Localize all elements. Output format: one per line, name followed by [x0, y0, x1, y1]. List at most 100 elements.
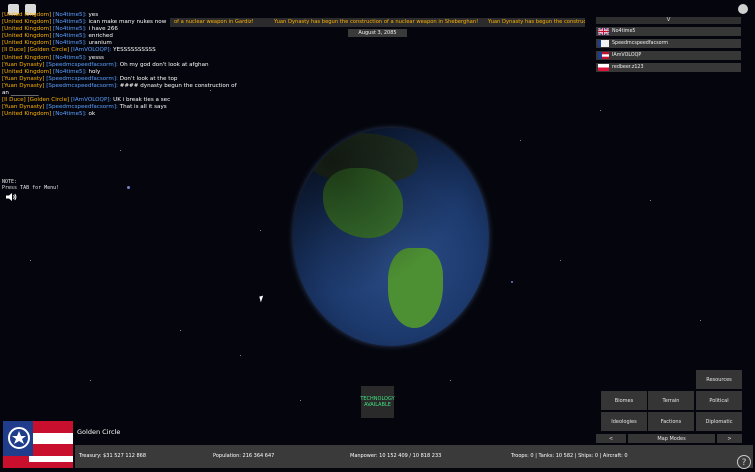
chat-nation-tag: [United Kingdom]	[2, 19, 52, 26]
poland-flag-icon	[598, 64, 609, 71]
chat-message: YESSSSSSSSSS	[113, 47, 156, 54]
chat-line: [United Kingdom] [No4time5]: yesss	[2, 55, 292, 62]
chat-player-tag: [Speedmcspeedfacsorm]:	[46, 75, 118, 82]
player-name: IAmVOLOQP	[612, 53, 642, 58]
chat-line: [United Kingdom] [No4time5]: holy	[2, 69, 292, 76]
mapmode-prev-button[interactable]: <	[596, 434, 626, 443]
chat-log: [United Kingdom] [No4time5]: yes [United …	[2, 12, 292, 118]
chat-player-tag: [No4time5]:	[53, 19, 87, 26]
chat-message: i have 266	[88, 26, 118, 33]
mapmode-ideologies-button[interactable]: Ideologies	[601, 412, 647, 431]
mapmode-factions-button[interactable]: Factions	[648, 412, 694, 431]
player-row[interactable]: No4time5	[596, 27, 741, 36]
chat-message: UK i break ties a sec	[113, 97, 171, 104]
mapmode-next-button[interactable]: >	[717, 434, 742, 443]
chat-line: [Yuan Dynasty] [Speedmcspeedfacsorm]: Oh…	[2, 62, 292, 69]
chat-line: [Yuan Dynasty] [Speedmcspeedfacsorm]: ##…	[2, 83, 292, 90]
chat-player-tag: [No4time5]:	[53, 54, 87, 61]
mapmode-diplomatic-button[interactable]: Diplomatic	[696, 412, 742, 431]
chat-line: [United Kingdom] [No4time5]: enriched	[2, 33, 292, 40]
chat-player-tag: [No4time5]:	[53, 26, 87, 33]
chat-player-tag: [No4time5]:	[53, 12, 87, 18]
chat-nation-tag: [Yuan Dynasty]	[2, 82, 45, 89]
tech-status: AVAILABLE	[364, 402, 391, 408]
chat-nation-tag: [United Kingdom]	[2, 12, 52, 18]
help-icon[interactable]: ?	[737, 455, 751, 469]
chat-player-tag: [Speedmcspeedfacsorm]:	[46, 61, 118, 68]
chat-message: uranium	[88, 40, 112, 47]
chat-line: [Yuan Dynasty] [Speedmcspeedfacsorm]: Do…	[2, 76, 292, 83]
mapmode-political-button[interactable]: Political	[696, 391, 742, 410]
player-list: V No4time5 Speedmcspeedfacsorm IAmVOLOQP…	[596, 17, 741, 72]
speaker-icon[interactable]	[5, 192, 17, 202]
stats-bar: Treasury: $31 527 112 868 Population: 21…	[75, 445, 753, 468]
population-stat: Population: 216 364 647	[213, 453, 275, 459]
chat-line: an __________	[2, 90, 292, 97]
chat-nation-tag: [United Kingdom]	[2, 68, 52, 75]
country-name: Golden Circle	[77, 428, 121, 436]
player-row[interactable]: redbeer.z123	[596, 63, 741, 72]
player-row[interactable]: Speedmcspeedfacsorm	[596, 39, 741, 48]
country-flag[interactable]	[3, 421, 73, 468]
chat-nation-tag: [Yuan Dynasty]	[2, 75, 45, 82]
note-text: NOTE: Press TAB for Menu!	[2, 179, 59, 191]
ticker-item: Yuan Dynasty has begun the construction …	[274, 19, 479, 25]
golden-circle-flag-icon	[598, 52, 609, 59]
uk-flag-icon	[598, 28, 609, 35]
player-name: Speedmcspeedfacsorm	[612, 41, 669, 46]
chat-nation-tag: [United Kingdom]	[2, 40, 52, 47]
note-message: Press TAB for Menu!	[2, 185, 60, 191]
chat-line: [United Kingdom] [No4time5]: i have 266	[2, 26, 292, 33]
chat-message: ok	[88, 111, 96, 118]
player-row[interactable]: IAmVOLOQP	[596, 51, 741, 60]
chat-message: holy	[88, 68, 101, 75]
chat-player-tag: [IAmVOLOQP]:	[70, 97, 112, 104]
chat-line: [United Kingdom] [No4time5]: uranium	[2, 40, 292, 47]
world-globe[interactable]	[293, 128, 489, 346]
chat-message: enriched	[88, 33, 113, 40]
chat-message: Oh my god don't look at afghan	[119, 61, 209, 68]
chat-message: yesss	[88, 54, 104, 61]
chat-player-tag: [IAmVOLOQP]:	[70, 47, 112, 54]
military-stat: Troops: 0 | Tanks: 10 582 | Ships: 0 | A…	[511, 453, 628, 459]
player-list-toggle[interactable]: V	[596, 17, 741, 24]
chat-nation-tag: [Il Duce] [Golden Circle]	[2, 97, 70, 104]
chat-message: yes	[88, 12, 99, 18]
chat-player-tag: [No4time5]:	[53, 111, 87, 118]
manpower-stat: Manpower: 10 152 409 / 10 818 233	[350, 453, 442, 459]
chat-player-tag: [No4time5]:	[53, 40, 87, 47]
chat-line: [United Kingdom] [No4time5]: ok	[2, 111, 292, 118]
technology-button[interactable]: TECHNOLOGY AVAILABLE	[360, 386, 395, 418]
chat-player-tag: [Speedmcspeedfacsorm]:	[46, 104, 118, 111]
mapmodes-label: Map Modes	[628, 434, 715, 443]
chat-line: [Il Duce] [Golden Circle] [IAmVOLOQP]: Y…	[2, 47, 292, 54]
chat-player-tag: [Speedmcspeedfacsorm]:	[46, 82, 118, 89]
game-date: August 3, 2085	[348, 29, 407, 37]
chat-nation-tag: [United Kingdom]	[2, 111, 52, 118]
chat-line: [Il Duce] [Golden Circle] [IAmVOLOQP]: U…	[2, 97, 292, 104]
chat-message: an __________	[2, 90, 39, 97]
chat-line: [Yuan Dynasty] [Speedmcspeedfacsorm]: Th…	[2, 104, 292, 111]
player-name: No4time5	[612, 29, 636, 34]
chat-nation-tag: [Il Duce] [Golden Circle]	[2, 47, 70, 54]
mapmode-resources-button[interactable]: Resources	[696, 370, 742, 389]
chat-nation-tag: [Yuan Dynasty]	[2, 61, 45, 68]
mapmode-biomes-button[interactable]: Biomes	[601, 391, 647, 410]
chat-nation-tag: [United Kingdom]	[2, 54, 52, 61]
ticker-item: of a nuclear weapon in Gardiz!	[174, 19, 254, 25]
chat-message: Don't look at the top	[119, 75, 178, 82]
chat-message: ican make many nukes now	[88, 19, 167, 26]
settings-icon[interactable]	[738, 4, 748, 14]
night-shadow	[293, 128, 489, 346]
chat-nation-tag: [United Kingdom]	[2, 26, 52, 33]
player-name: redbeer.z123	[612, 65, 644, 70]
chat-message: That is all it says	[119, 104, 167, 111]
chat-nation-tag: [Yuan Dynasty]	[2, 104, 45, 111]
ticker-item: Yuan Dynasty has begun the constructi	[488, 19, 585, 25]
chat-player-tag: [No4time5]:	[53, 68, 87, 75]
chat-player-tag: [No4time5]:	[53, 33, 87, 40]
chat-message: #### dynasty begun the construction of	[119, 82, 237, 89]
chat-nation-tag: [United Kingdom]	[2, 33, 52, 40]
treasury-stat: Treasury: $31 527 112 868	[79, 453, 147, 459]
mapmode-terrain-button[interactable]: Terrain	[648, 391, 694, 410]
